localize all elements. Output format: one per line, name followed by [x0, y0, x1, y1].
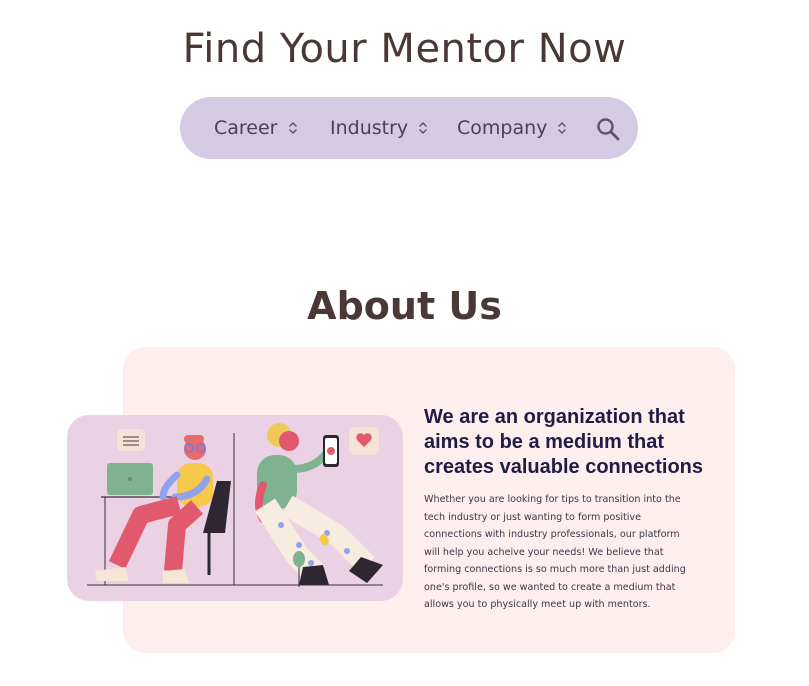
about-body-text: Whether you are looking for tips to tran… — [424, 494, 686, 610]
industry-filter-label: Industry — [330, 117, 409, 139]
company-filter-select[interactable]: Company — [457, 97, 567, 159]
career-filter-select[interactable]: Career — [214, 97, 298, 159]
sort-chevrons-icon — [558, 121, 567, 135]
about-illustration — [67, 415, 403, 601]
career-filter-label: Career — [214, 117, 278, 139]
industry-filter-select[interactable]: Industry — [330, 97, 428, 159]
about-heading: We are an organization that aims to be a… — [424, 406, 704, 478]
sort-chevrons-icon — [288, 121, 297, 135]
sort-chevrons-icon — [419, 121, 427, 135]
about-us-title: About Us — [307, 284, 502, 328]
search-icon[interactable] — [596, 117, 620, 141]
mentor-search-bar: Career Industry Company — [180, 97, 638, 159]
heart-bubble-icon — [349, 427, 379, 455]
company-filter-label: Company — [457, 117, 548, 139]
chat-bubble-icon — [117, 429, 145, 451]
page-title: Find Your Mentor Now — [182, 26, 627, 72]
mentorship-illustration — [87, 423, 383, 587]
